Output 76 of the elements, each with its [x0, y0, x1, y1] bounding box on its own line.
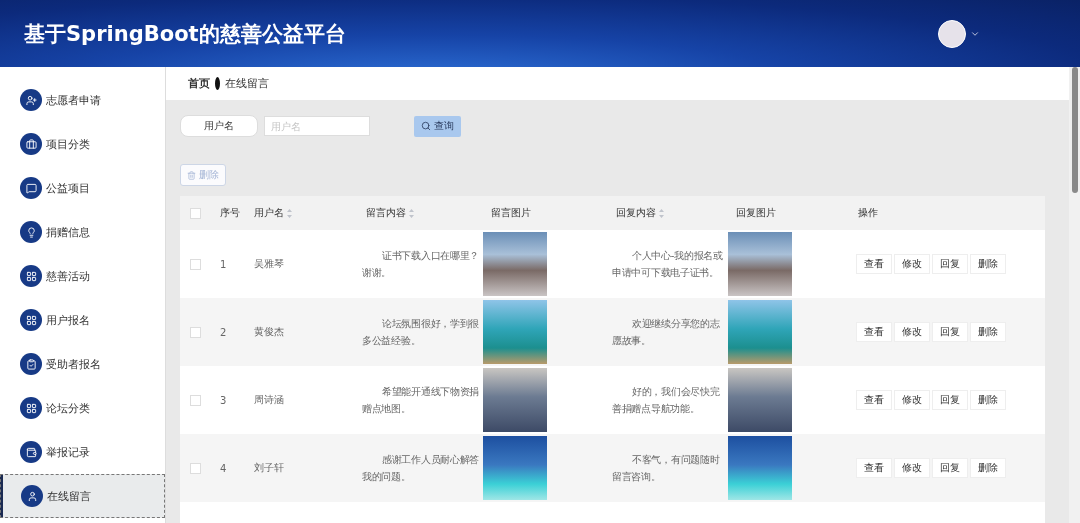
action-button[interactable]: 回复 — [932, 254, 968, 274]
action-button[interactable]: 删除 — [970, 390, 1006, 410]
sort-icon[interactable] — [409, 208, 414, 218]
reply-text: 不客气，有问题随时留言咨询。 — [611, 453, 721, 484]
search-icon — [421, 121, 431, 131]
trash-icon — [187, 170, 196, 180]
photo-placeholder — [728, 232, 792, 296]
action-button[interactable]: 查看 — [856, 390, 892, 410]
chat-icon — [20, 177, 42, 199]
action-button[interactable]: 修改 — [894, 390, 930, 410]
action-button[interactable]: 查看 — [856, 254, 892, 274]
sidebar-item[interactable]: 在线留言 — [0, 474, 165, 518]
photo-placeholder — [728, 300, 792, 364]
avatar[interactable] — [938, 19, 966, 48]
site-title: 基于SpringBoot的慈善公益平台 — [24, 20, 346, 48]
action-button[interactable]: 修改 — [894, 322, 930, 342]
message-text: 证书下载入口在哪里？谢谢。 — [361, 249, 480, 280]
lightbulb-icon — [20, 221, 42, 243]
action-button[interactable]: 回复 — [932, 322, 968, 342]
grid-icon — [20, 265, 42, 287]
clipboard-icon — [20, 353, 42, 375]
message-text: 希望能开通线下物资捐赠点地图。 — [361, 385, 480, 416]
table-cell-text: 2 — [219, 326, 228, 338]
table-cell-text: 3 — [219, 394, 228, 406]
message-text: 论坛氛围很好，学到很多公益经验。 — [361, 317, 480, 348]
photo-placeholder — [728, 368, 792, 432]
photo-placeholder — [483, 436, 547, 500]
action-button[interactable]: 查看 — [856, 458, 892, 478]
column-header: 操作 — [857, 206, 879, 220]
checkbox[interactable] — [190, 258, 201, 270]
breadcrumb-current: 在线留言 — [225, 76, 269, 91]
action-button[interactable]: 回复 — [932, 390, 968, 410]
photo-placeholder — [483, 300, 547, 364]
column-header: 序号 — [219, 206, 241, 220]
table-cell-text: 吴雅琴 — [253, 257, 285, 271]
reply-text: 欢迎继续分享您的志愿故事。 — [611, 317, 721, 348]
table-cell-text: 刘子轩 — [253, 461, 285, 475]
column-header[interactable]: 留言内容 — [358, 206, 483, 220]
column-header: 回复图片 — [735, 206, 777, 220]
separator-icon — [215, 77, 220, 90]
table-cell-text: 黄俊杰 — [253, 325, 285, 339]
sort-icon[interactable] — [287, 208, 292, 218]
briefcase-icon — [20, 133, 42, 155]
search-button[interactable]: 查询 — [414, 115, 461, 137]
action-button[interactable]: 修改 — [894, 458, 930, 478]
grid-icon — [20, 309, 42, 331]
grid-icon — [20, 397, 42, 419]
action-button[interactable]: 查看 — [856, 322, 892, 342]
action-button[interactable]: 回复 — [932, 458, 968, 478]
reply-text: 好的，我们会尽快完善捐赠点导航功能。 — [611, 385, 721, 416]
table-cell-text: 周诗涵 — [253, 393, 285, 407]
field-label: 用户名 — [180, 115, 258, 137]
message-text: 感谢工作人员耐心解答我的问题。 — [361, 453, 480, 484]
action-button[interactable]: 修改 — [894, 254, 930, 274]
action-button[interactable]: 删除 — [970, 254, 1006, 274]
table-cell-text: 4 — [219, 462, 228, 474]
column-header[interactable]: 回复内容 — [608, 206, 728, 220]
scrollbar[interactable] — [1069, 67, 1080, 523]
sort-icon[interactable] — [659, 208, 664, 218]
checkbox[interactable] — [190, 207, 201, 219]
checkbox[interactable] — [190, 462, 201, 474]
checkbox[interactable] — [190, 326, 201, 338]
action-button[interactable]: 删除 — [970, 322, 1006, 342]
table-cell-text: 1 — [219, 258, 228, 270]
user-icon — [21, 485, 43, 507]
photo-placeholder — [483, 368, 547, 432]
photo-placeholder — [483, 232, 547, 296]
column-header: 留言图片 — [490, 206, 532, 220]
column-header[interactable]: 用户名 — [246, 206, 358, 220]
photo-placeholder — [728, 436, 792, 500]
person-add-icon — [20, 89, 42, 111]
breadcrumb-link[interactable]: 首页 — [188, 76, 210, 91]
reply-text: 个人中心-我的报名或申请中可下载电子证书。 — [611, 249, 724, 280]
wallet-icon — [20, 441, 42, 463]
checkbox[interactable] — [190, 394, 201, 406]
action-button[interactable]: 删除 — [970, 458, 1006, 478]
